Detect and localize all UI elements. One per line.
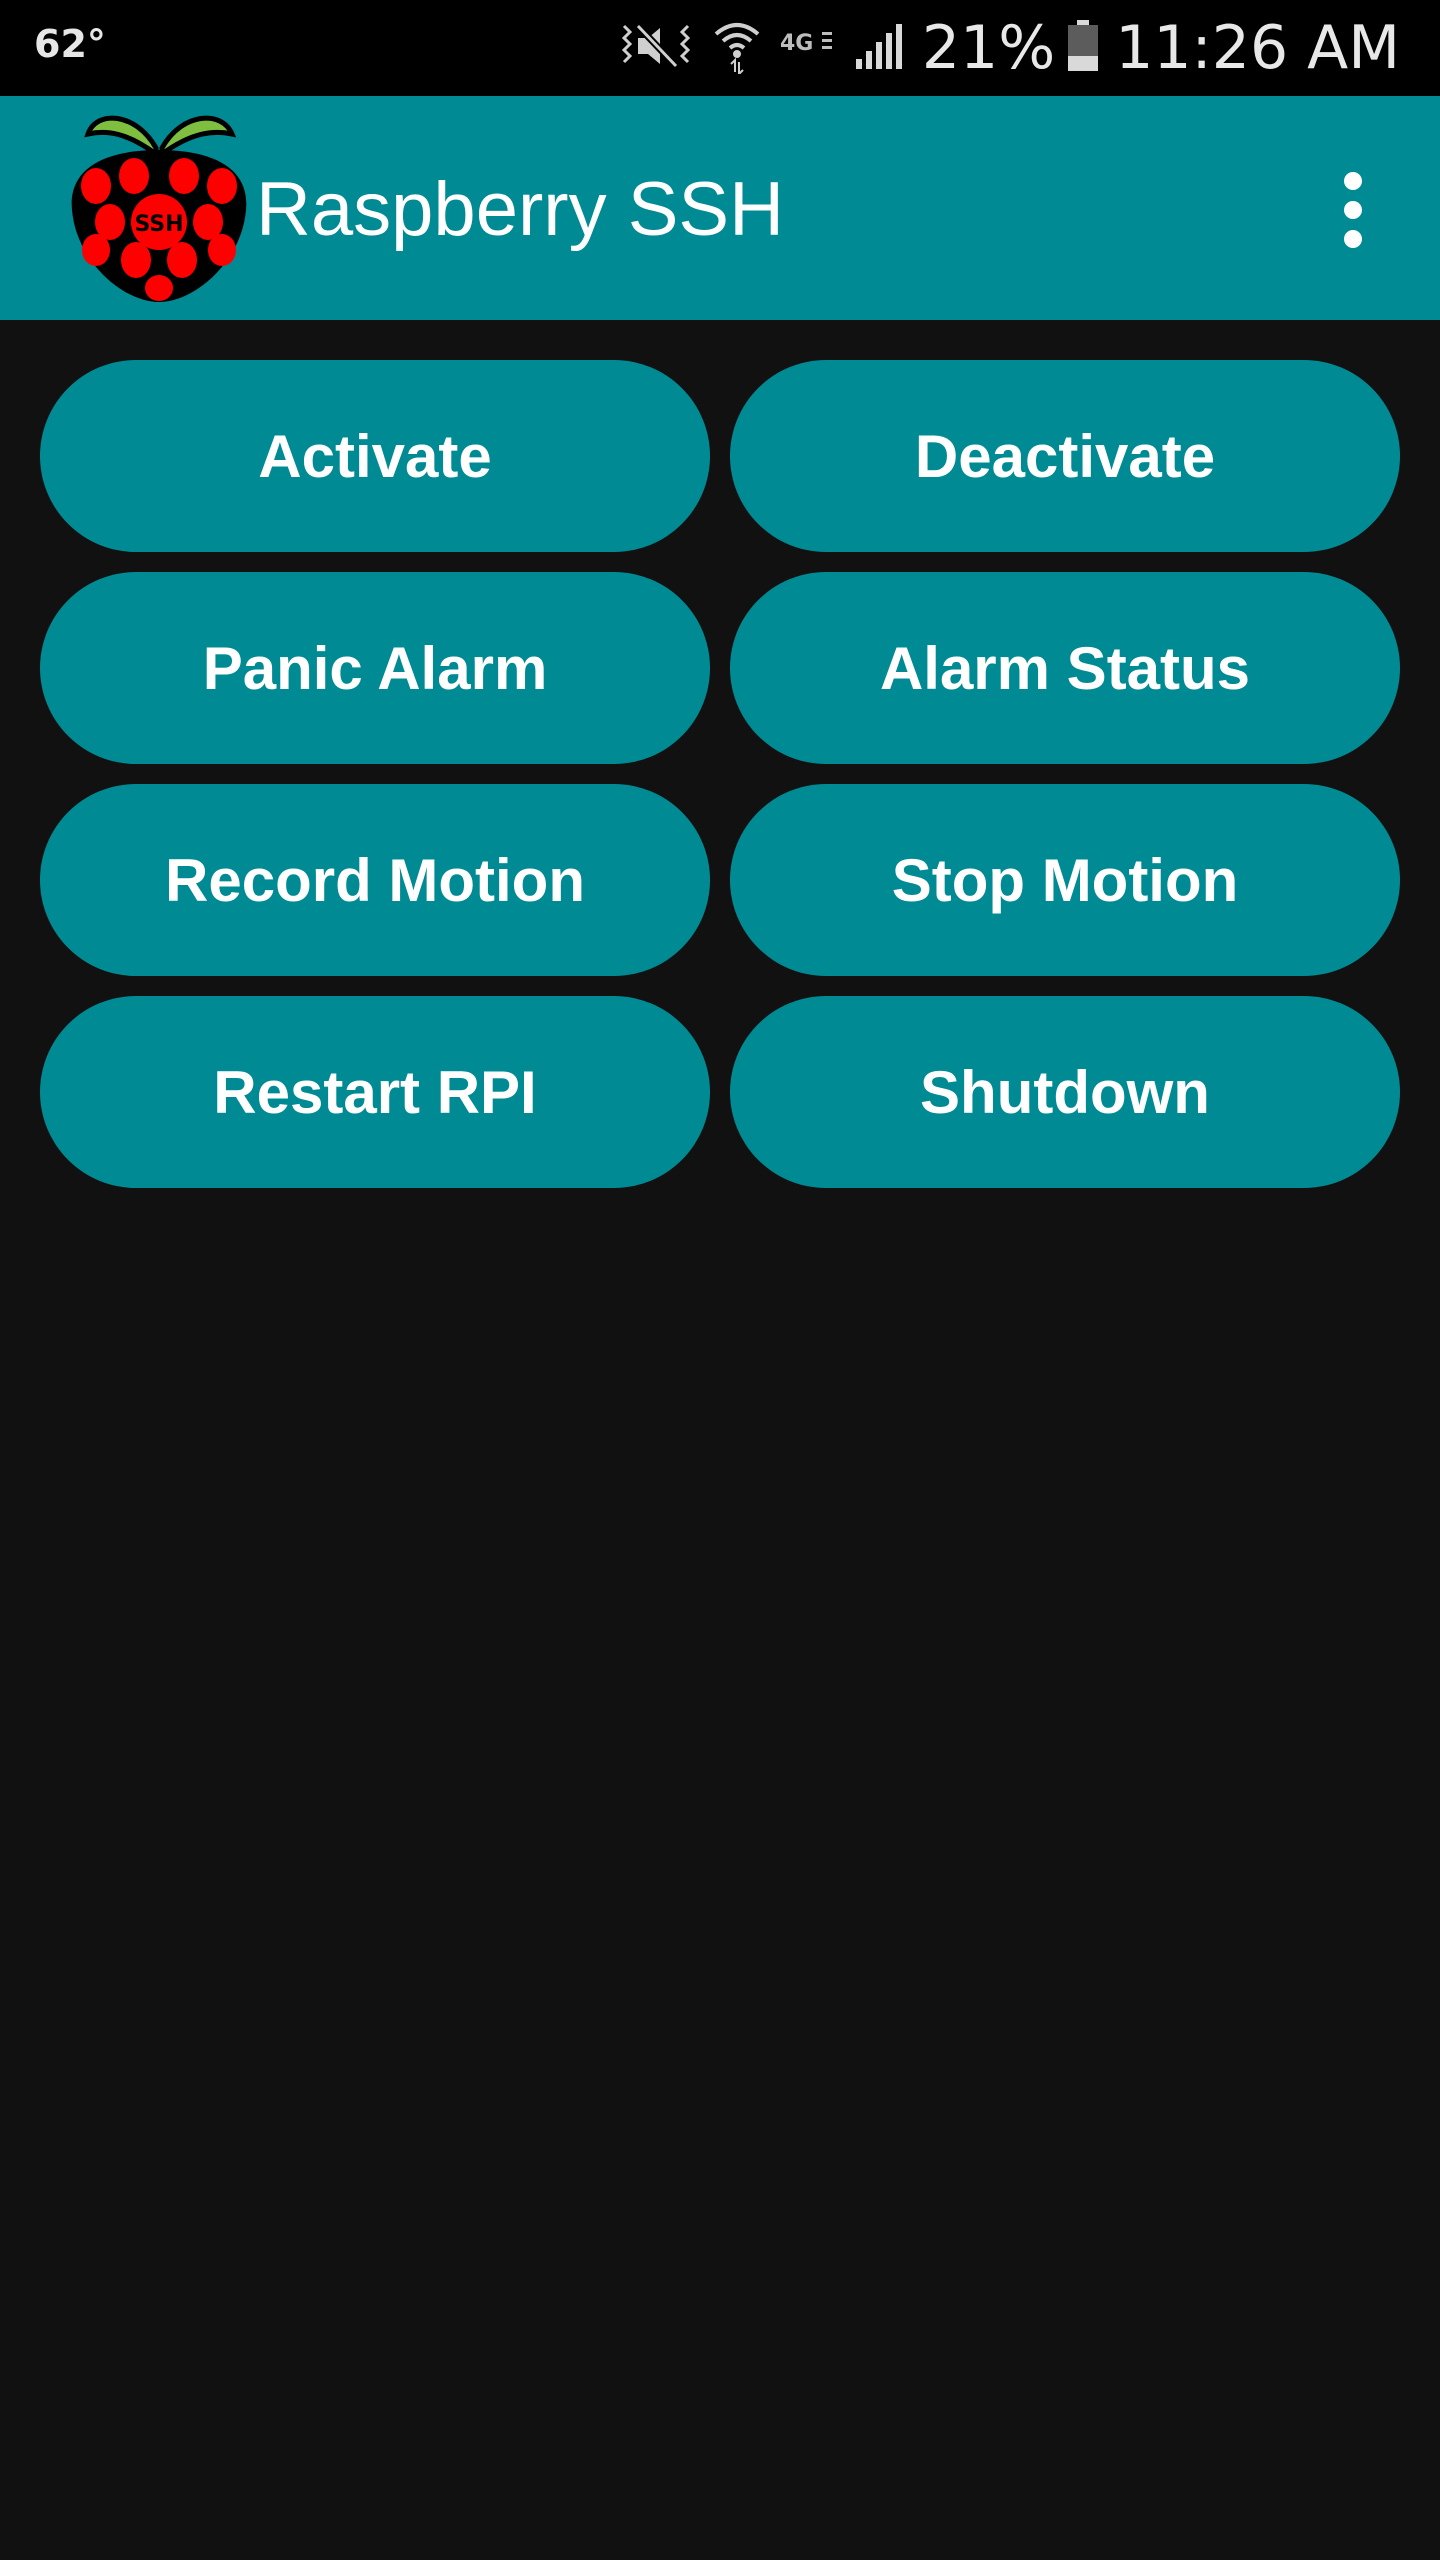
shutdown-button[interactable]: Shutdown: [730, 996, 1400, 1188]
weather-temperature: 62°: [34, 22, 106, 66]
status-bar: 62° 4G 21% 11:26 AM: [0, 0, 1440, 96]
status-icons: 4G 21% 11:26 AM: [618, 0, 1400, 96]
stop-motion-button[interactable]: Stop Motion: [730, 784, 1400, 976]
lte-icon: 4G: [780, 26, 836, 71]
signal-icon: [854, 21, 904, 76]
panic-alarm-button[interactable]: Panic Alarm: [40, 572, 710, 764]
vibrate-mute-icon: [618, 20, 694, 77]
svg-text:4G: 4G: [780, 31, 813, 56]
restart-rpi-button[interactable]: Restart RPI: [40, 996, 710, 1188]
overflow-menu-icon[interactable]: [1322, 160, 1382, 260]
activate-button[interactable]: Activate: [40, 360, 710, 552]
clock: 11:26 AM: [1115, 13, 1400, 83]
battery-percent: 21%: [921, 13, 1056, 83]
wifi-icon: [712, 18, 762, 79]
app-bar: SSH Raspberry SSH: [0, 96, 1440, 320]
action-button-grid: Activate Deactivate Panic Alarm Alarm St…: [40, 360, 1400, 1188]
deactivate-button[interactable]: Deactivate: [730, 360, 1400, 552]
raspberry-logo: SSH: [66, 110, 252, 306]
alarm-status-button[interactable]: Alarm Status: [730, 572, 1400, 764]
app-title: Raspberry SSH: [256, 167, 784, 252]
svg-text:SSH: SSH: [134, 212, 183, 237]
record-motion-button[interactable]: Record Motion: [40, 784, 710, 976]
battery-icon: [1067, 19, 1099, 77]
